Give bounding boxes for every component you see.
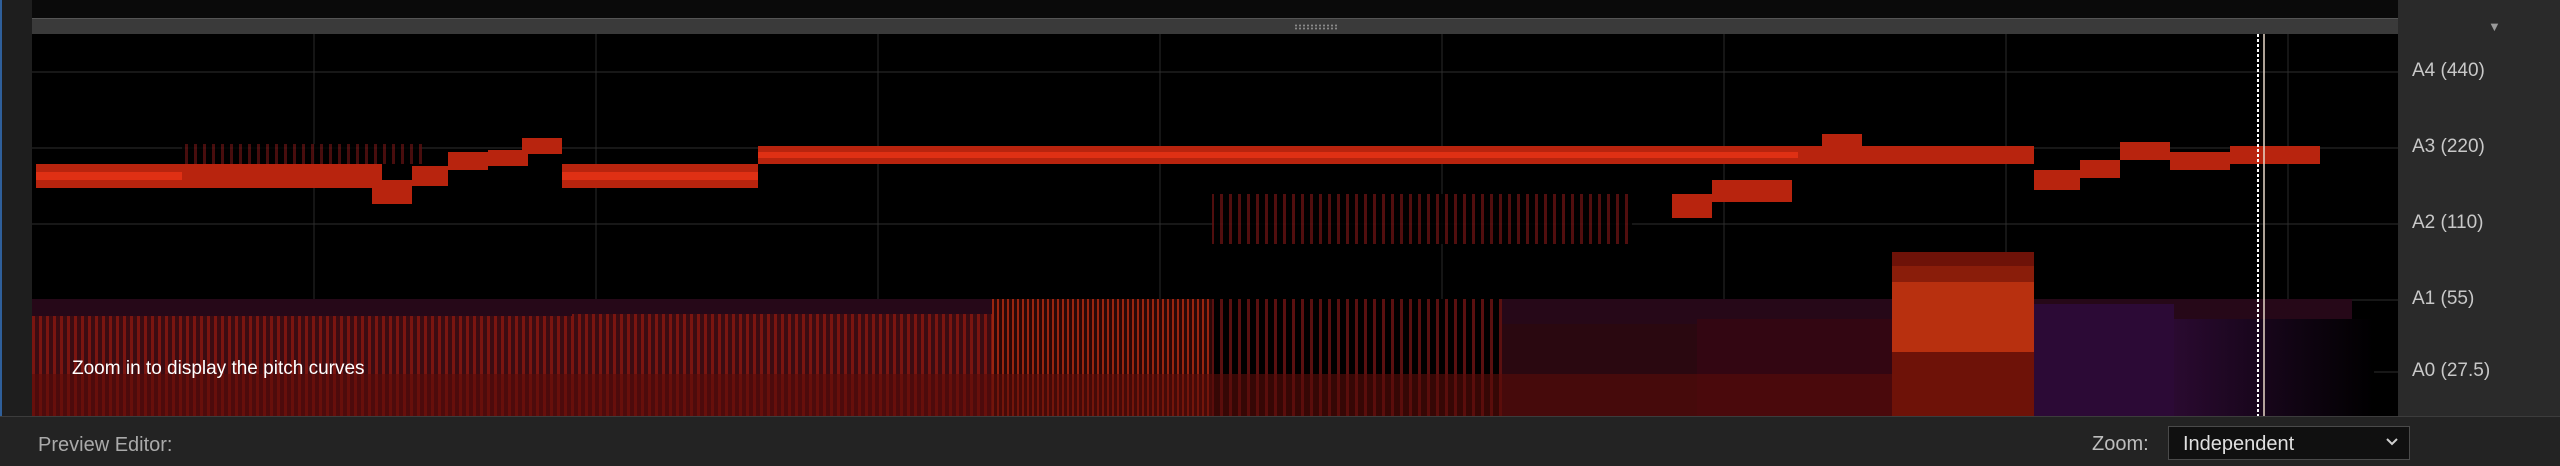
ruler-header <box>2398 0 2560 34</box>
pitch-display-panel: ▼ Zoom in to display the pitch curves A4… <box>0 0 2560 466</box>
collapse-arrow-icon[interactable]: ▼ <box>2488 20 2501 33</box>
footer-bar: Preview Editor: Zoom: Independent <box>0 416 2560 466</box>
zoom-select-value: Independent <box>2183 433 2295 455</box>
chevron-down-icon <box>2385 435 2399 454</box>
ruler-label-a2: A2 (110) <box>2412 212 2484 233</box>
spectral-pitch-display[interactable]: Zoom in to display the pitch curves <box>32 34 2398 416</box>
zoom-label: Zoom: <box>2092 433 2149 455</box>
spectral-pitch-graphic <box>32 34 2398 416</box>
pitch-ruler: A4 (440) A3 (220) A2 (110) A1 (55) A0 (2… <box>2398 34 2560 416</box>
window-edge-left <box>0 0 2 416</box>
zoom-in-message: Zoom in to display the pitch curves <box>72 358 365 379</box>
ruler-label-a4: A4 (440) <box>2412 60 2485 81</box>
ruler-label-a0: A0 (27.5) <box>2412 360 2491 381</box>
ruler-label-a3: A3 (220) <box>2412 136 2485 157</box>
splitter-grip-icon[interactable] <box>1294 24 1338 30</box>
waveform-strip <box>32 0 2398 19</box>
zoom-select[interactable]: Independent <box>2168 426 2410 460</box>
preview-editor-label: Preview Editor: <box>38 434 173 456</box>
ruler-label-a1: A1 (55) <box>2412 288 2475 309</box>
